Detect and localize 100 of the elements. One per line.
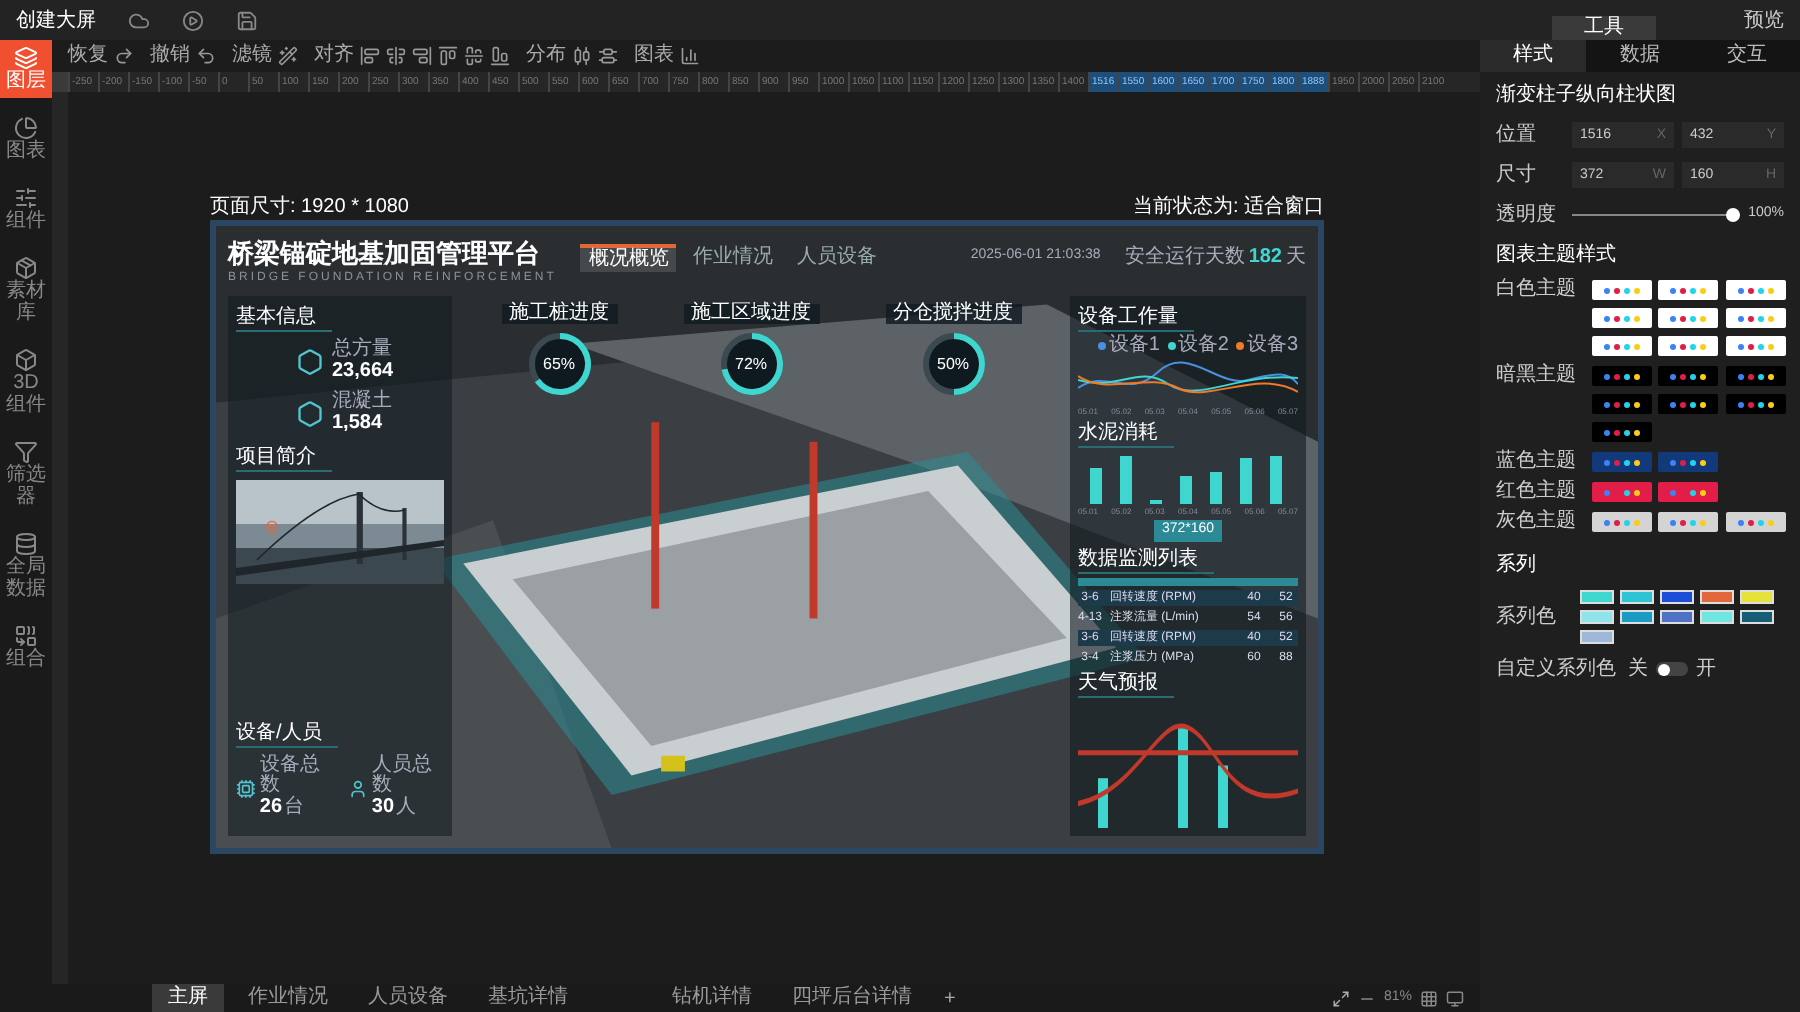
add-page-button[interactable]: + xyxy=(936,983,964,1012)
sidebar-item[interactable]: 组件 xyxy=(0,180,52,238)
page-tab[interactable]: 基坑详情 xyxy=(472,984,584,1012)
page-tab[interactable]: 钻机详情 xyxy=(656,984,768,1012)
toolbar-label: 对齐 xyxy=(314,46,354,66)
theme-swatch[interactable] xyxy=(1658,512,1719,532)
grid-icon[interactable] xyxy=(1420,989,1438,1007)
toolbar-icon[interactable] xyxy=(438,46,458,66)
page-tab[interactable]: 作业情况 xyxy=(232,984,344,1012)
panel-header: 工具 xyxy=(1552,16,1656,40)
sidebar-icon xyxy=(14,348,38,372)
cloud-icon[interactable] xyxy=(128,9,150,31)
field-label: 透明度 xyxy=(1496,201,1558,230)
toolbar-icon[interactable] xyxy=(386,46,406,66)
theme-swatch[interactable] xyxy=(1725,512,1786,532)
save-icon[interactable] xyxy=(236,9,258,31)
preview-button[interactable]: 预览 xyxy=(1744,5,1784,35)
field-label: 尺寸 xyxy=(1496,161,1538,190)
theme-swatch[interactable] xyxy=(1658,336,1719,356)
play-icon[interactable] xyxy=(182,9,204,31)
theme-swatch[interactable] xyxy=(1592,394,1652,414)
theme-swatch[interactable] xyxy=(1592,308,1652,328)
theme-swatch[interactable] xyxy=(1658,394,1719,414)
sidebar-icon xyxy=(14,624,38,648)
sidebar-item[interactable]: 图层 xyxy=(0,40,52,98)
theme-swatch[interactable] xyxy=(1658,308,1719,328)
toggle-on-label: 开 xyxy=(1696,656,1716,684)
theme-swatch[interactable] xyxy=(1725,308,1786,328)
theme-swatch[interactable] xyxy=(1658,452,1719,472)
toolbar-icon[interactable] xyxy=(196,46,216,66)
panel-tab[interactable]: 数据 xyxy=(1586,40,1694,72)
fit-icon[interactable] xyxy=(1331,989,1350,1007)
toolbar-icon[interactable] xyxy=(464,46,484,66)
theme-label: 蓝色主题 xyxy=(1496,452,1578,472)
toggle-switch[interactable] xyxy=(1656,662,1688,676)
sidebar-item[interactable]: 筛选器 xyxy=(0,434,52,514)
toolbar-icon[interactable] xyxy=(360,46,380,66)
series-color-swatch[interactable] xyxy=(1620,610,1654,624)
sidebar-item[interactable]: 素材库 xyxy=(0,250,52,330)
ruler-corner xyxy=(52,72,68,92)
theme-swatch[interactable] xyxy=(1658,280,1719,300)
panel-tab[interactable]: 交互 xyxy=(1693,40,1800,72)
theme-swatch[interactable] xyxy=(1658,366,1719,386)
series-color-swatch[interactable] xyxy=(1660,610,1694,624)
series-color-swatch[interactable] xyxy=(1660,590,1694,604)
slider-thumb[interactable] xyxy=(1726,208,1741,222)
toolbar-icon[interactable] xyxy=(278,46,298,66)
section-heading: 图表主题样式 xyxy=(1496,241,1618,270)
theme-swatch[interactable] xyxy=(1592,512,1652,532)
theme-swatch[interactable] xyxy=(1592,336,1652,356)
toggle-off-label: 关 xyxy=(1628,655,1648,684)
theme-label: 灰色主题 xyxy=(1496,512,1578,532)
theme-swatch[interactable] xyxy=(1592,452,1652,472)
theme-swatch[interactable] xyxy=(1658,482,1719,502)
theme-label: 暗黑主题 xyxy=(1496,366,1578,390)
toolbar-icon[interactable] xyxy=(490,46,510,66)
monitor-icon[interactable] xyxy=(1446,989,1464,1007)
toolbar-label: 图表 xyxy=(634,46,674,66)
toolbar-icon[interactable] xyxy=(680,46,700,66)
series-color-swatch[interactable] xyxy=(1580,630,1614,644)
sidebar-item[interactable]: 3D组件 xyxy=(0,342,52,422)
series-color-swatch[interactable] xyxy=(1740,610,1774,624)
theme-swatch[interactable] xyxy=(1725,394,1786,414)
theme-label: 红色主题 xyxy=(1496,482,1578,502)
toolbar-label: 恢复 xyxy=(68,46,108,66)
toolbar-icon[interactable] xyxy=(598,46,618,66)
view-status-label: 当前状态为: 适合窗口 xyxy=(1132,196,1324,220)
page-tab[interactable]: 主屏 xyxy=(152,984,224,1012)
sidebar-icon xyxy=(14,116,38,140)
theme-swatch[interactable] xyxy=(1725,336,1786,356)
page-tab[interactable]: 人员设备 xyxy=(352,984,464,1012)
toolbar-icon[interactable] xyxy=(412,46,432,66)
field-label: 位置 xyxy=(1496,121,1538,150)
series-color-swatch[interactable] xyxy=(1700,610,1734,624)
theme-swatch[interactable] xyxy=(1592,422,1652,442)
sidebar-item[interactable]: 全局数据 xyxy=(0,526,52,606)
theme-swatch[interactable] xyxy=(1592,280,1652,300)
series-color-swatch[interactable] xyxy=(1740,590,1774,604)
series-color-swatch[interactable] xyxy=(1700,590,1734,604)
series-color-swatch[interactable] xyxy=(1580,610,1614,624)
theme-swatch[interactable] xyxy=(1592,482,1652,502)
theme-swatch[interactable] xyxy=(1592,366,1652,386)
sidebar-icon xyxy=(14,440,38,464)
panel-tab[interactable]: 样式 xyxy=(1480,40,1587,72)
sidebar-item[interactable]: 组合 xyxy=(0,618,52,676)
sidebar-item[interactable]: 图表 xyxy=(0,110,52,168)
theme-swatch[interactable] xyxy=(1725,280,1786,300)
series-color-swatch[interactable] xyxy=(1620,590,1654,604)
theme-swatch[interactable] xyxy=(1725,366,1786,386)
toolbar-label: 滤镜 xyxy=(232,46,272,66)
sidebar-icon xyxy=(14,256,38,280)
sidebar-icon xyxy=(14,532,38,556)
toolbar-label: 分布 xyxy=(526,46,566,66)
component-name: 渐变柱子纵向柱状图 xyxy=(1496,81,1678,110)
toolbar-icon[interactable] xyxy=(572,46,592,66)
field-label: 自定义系列色 xyxy=(1496,655,1618,684)
page-tab[interactable]: 四坪后台详情 xyxy=(776,984,928,1012)
app-title: 创建大屏 xyxy=(16,7,96,35)
toolbar-icon[interactable] xyxy=(114,46,134,66)
series-color-swatch[interactable] xyxy=(1580,590,1614,604)
